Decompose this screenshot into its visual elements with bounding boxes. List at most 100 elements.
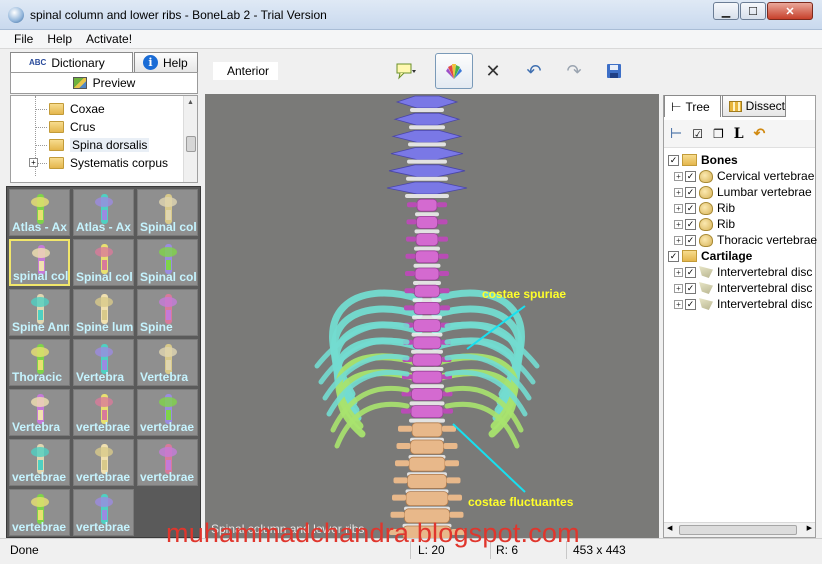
tree-scrollbar[interactable]: ▲ <box>183 96 197 182</box>
model-thumbnail[interactable]: vertebrae <box>9 489 70 536</box>
model-thumbnail[interactable]: Spinal col <box>73 239 134 286</box>
model-thumbnail[interactable]: Spinal col <box>137 189 198 236</box>
expand-icon[interactable]: + <box>674 283 683 293</box>
scroll-thumb[interactable] <box>186 136 196 152</box>
model-thumbnail[interactable]: Spine <box>137 289 198 336</box>
tree-item[interactable]: + ✓ Thoracic vertebrae <box>674 232 817 248</box>
transverse-process <box>448 494 462 501</box>
redo-icon[interactable]: ↷ <box>559 56 589 86</box>
hierarchy-icon[interactable]: ⊢ <box>670 125 682 142</box>
tree-item[interactable]: + ✓ Cervical vertebrae <box>674 168 814 184</box>
intervertebral-disc <box>411 349 443 354</box>
model-thumbnail[interactable]: vertebrae <box>137 389 198 436</box>
checkbox[interactable]: ✓ <box>685 170 696 182</box>
tab-help[interactable]: i Help <box>134 52 198 72</box>
tree-item[interactable]: + ✓ Intervertebral disc <box>674 296 812 312</box>
undo-icon[interactable]: ↶ <box>519 56 549 86</box>
expand-icon[interactable]: + <box>674 235 683 245</box>
checkbox[interactable]: ✓ <box>685 234 696 246</box>
layer-icon[interactable]: L <box>734 126 744 142</box>
tree-horizontal-scrollbar[interactable]: ◀ ▶ <box>664 522 815 537</box>
model-thumbnail[interactable]: vertebrae <box>137 439 198 486</box>
reset-icon[interactable]: ↶ <box>754 125 766 142</box>
scroll-left-icon[interactable]: ◀ <box>667 524 672 532</box>
model-thumbnail[interactable]: vertebrae <box>73 489 134 536</box>
view-direction-label[interactable]: Anterior <box>213 62 278 80</box>
intervertebral-disc <box>412 298 442 303</box>
thoracic-vertebra <box>416 216 438 229</box>
model-thumbnail[interactable]: Atlas - Ax <box>73 189 134 236</box>
checkbox[interactable]: ✓ <box>685 218 696 230</box>
scroll-thumb[interactable] <box>679 525 797 535</box>
expand-icon[interactable]: + <box>674 171 683 181</box>
color-parts-icon[interactable] <box>435 53 473 89</box>
expand-icon[interactable]: + <box>29 158 38 167</box>
window-title: spinal column and lower ribs - BoneLab 2… <box>30 8 327 22</box>
model-thumbnail[interactable]: Thoracic <box>9 339 70 386</box>
model-thumbnail[interactable]: Spinal col <box>137 239 198 286</box>
model-thumbnail[interactable]: vertebrae <box>9 439 70 486</box>
expand-icon[interactable]: + <box>674 219 683 229</box>
checkbox[interactable]: ✓ <box>685 282 696 294</box>
tree-item-spina-dorsalis[interactable]: Spina dorsalis <box>35 136 150 154</box>
tree-group-cartilage[interactable]: ✓ Cartilage <box>668 248 752 264</box>
thumbnail-caption: Spine <box>140 320 173 334</box>
expand-icon[interactable]: + <box>674 267 683 277</box>
tree-item-systematis-corpus[interactable]: + Systematis corpus <box>29 154 168 172</box>
tree-group-bones[interactable]: ✓ Bones <box>668 152 738 168</box>
model-thumbnail[interactable]: vertebrae <box>73 439 134 486</box>
tree-item-coxae[interactable]: Coxae <box>35 100 105 118</box>
menu-file[interactable]: File <box>14 32 33 46</box>
scroll-up-icon[interactable]: ▲ <box>184 96 197 110</box>
checkbox[interactable]: ✓ <box>668 250 679 262</box>
tree-item[interactable]: + ✓ Lumbar vertebrae <box>674 184 812 200</box>
expand-icon[interactable]: + <box>674 299 683 309</box>
3d-viewport[interactable]: costae spuriae costae fluctuantes Spinal … <box>205 94 659 538</box>
model-thumbnail[interactable]: Spine lum <box>73 289 134 336</box>
menu-activate[interactable]: Activate! <box>86 32 132 46</box>
thumbnail-caption: vertebrae <box>76 420 131 434</box>
scroll-right-icon[interactable]: ▶ <box>807 524 812 532</box>
expand-icon[interactable]: + <box>674 203 683 213</box>
model-thumbnail[interactable]: Vertebra <box>73 339 134 386</box>
tree-item[interactable]: + ✓ Intervertebral disc <box>674 280 812 296</box>
model-thumbnail[interactable]: vertebrae <box>73 389 134 436</box>
checkbox[interactable]: ✓ <box>685 202 696 214</box>
menu-help[interactable]: Help <box>47 32 72 46</box>
tree-item[interactable]: + ✓ Intervertebral disc <box>674 264 812 280</box>
intervertebral-disc <box>407 159 447 164</box>
preview-button[interactable]: Preview <box>10 72 198 94</box>
tab-tree[interactable]: ⊢ Tree <box>664 95 721 117</box>
thoracic-vertebra <box>414 267 440 281</box>
tree-item-label: Thoracic vertebrae <box>717 233 818 247</box>
check-all-icon[interactable]: ☑ <box>692 127 703 141</box>
skeleton-model[interactable]: costae spuriae costae fluctuantes <box>205 94 659 538</box>
tree-item[interactable]: + ✓ Rib <box>674 200 735 216</box>
tree-item[interactable]: + ✓ Rib <box>674 216 735 232</box>
save-icon[interactable] <box>599 56 629 86</box>
delete-icon[interactable]: ✕ <box>478 56 508 86</box>
cervical-vertebra <box>395 95 459 109</box>
tree-item-crus[interactable]: Crus <box>35 118 95 136</box>
model-thumbnail[interactable]: spinal col <box>9 239 70 286</box>
intervertebral-disc <box>406 176 448 181</box>
annotate-icon[interactable] <box>391 56 421 86</box>
checkbox[interactable]: ✓ <box>685 186 696 198</box>
tab-dissect[interactable]: Dissect <box>722 95 786 117</box>
checkbox[interactable]: ✓ <box>668 154 679 166</box>
model-thumbnail[interactable]: Spine Ann <box>9 289 70 336</box>
copy-icon[interactable]: ❐ <box>713 127 724 141</box>
thumbnail-caption: Vertebra <box>140 370 189 384</box>
bone-icon <box>699 201 713 215</box>
expand-icon[interactable]: + <box>674 187 683 197</box>
checkbox[interactable]: ✓ <box>685 266 696 278</box>
model-thumbnail[interactable]: Vertebra <box>137 339 198 386</box>
model-thumbnail[interactable]: Atlas - Ax <box>9 189 70 236</box>
maximize-button[interactable]: ☐ <box>740 2 766 20</box>
model-thumbnail[interactable]: Vertebra <box>9 389 70 436</box>
minimize-button[interactable]: ▁ <box>713 2 739 20</box>
tab-dictionary[interactable]: ABC Dictionary <box>10 52 133 72</box>
checkbox[interactable]: ✓ <box>685 298 696 310</box>
tree-item-label: Coxae <box>70 102 105 116</box>
close-button[interactable]: ✕ <box>767 2 813 20</box>
